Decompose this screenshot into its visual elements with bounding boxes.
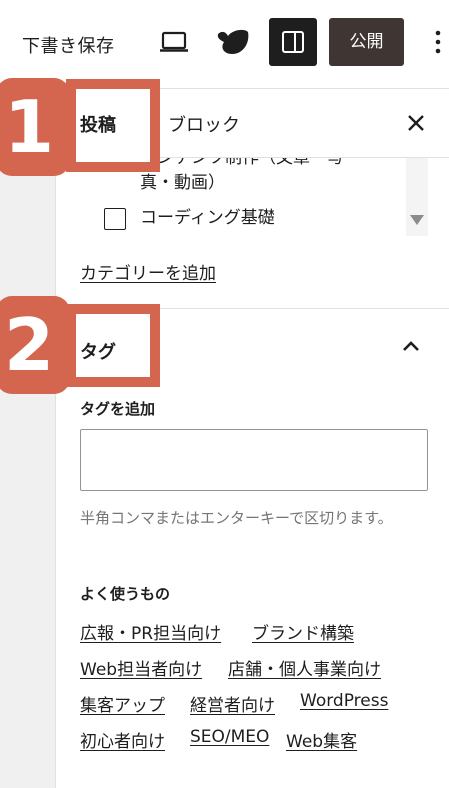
frequent-tag-link[interactable]: Web担当者向け [80,655,202,680]
site-logo-icon [217,29,249,54]
settings-sidebar: 投稿 ブロック コンテンツ制作（文章・写真・動画） コーディング基礎 カテゴリー… [56,89,449,788]
editor-top-toolbar: 下書き保存 公開 [0,0,449,89]
preview-button[interactable] [157,30,191,54]
collapse-tags-button[interactable] [401,338,421,352]
tags-title-highlighted[interactable]: タグ [80,338,116,364]
category-label: コンテンツ制作（文章・写真・動画） [140,158,344,193]
tag-input[interactable] [80,429,428,491]
frequent-tag-link[interactable]: WordPress [300,691,388,711]
tab-post-highlighted[interactable]: 投稿 [80,111,116,137]
category-list[interactable]: コンテンツ制作（文章・写真・動画） コーディング基礎 [56,158,449,308]
frequent-tag-link[interactable]: 集客アップ [80,691,165,716]
chevron-up-icon [403,341,419,351]
annotation-badge-2: 2 [0,296,70,394]
add-tag-label: タグを追加 [80,400,156,418]
frequent-tag-link[interactable]: 広報・PR担当向け [80,619,221,644]
laptop-icon [160,31,188,52]
frequent-tag-link[interactable]: SEO/MEO [190,727,269,747]
more-options-button[interactable] [432,28,444,58]
frequent-tag-link[interactable]: ブランド構築 [252,619,354,644]
add-category-link[interactable]: カテゴリーを追加 [80,259,216,284]
category-checkbox[interactable] [104,208,126,230]
annotation-badge-1: 1 [0,78,70,176]
scroll-down-arrow-icon[interactable] [409,214,425,226]
category-label: コーディング基礎 [140,208,275,228]
category-item[interactable]: コーディング基礎 [104,206,370,231]
settings-sidebar-toggle[interactable] [269,18,317,66]
sidebar-toggle-icon [282,31,304,53]
vertical-ellipsis-icon [435,30,441,54]
frequent-tag-link[interactable]: 経営者向け [190,691,275,716]
tab-block[interactable]: ブロック [168,111,240,137]
tag-help-text: 半角コンマまたはエンターキーで区切ります。 [80,509,393,527]
close-sidebar-button[interactable] [406,113,426,133]
save-draft-button[interactable]: 下書き保存 [22,32,115,58]
frequent-tags-title: よく使うもの [80,585,171,603]
frequent-tag-link[interactable]: 店舗・個人事業向け [228,655,381,680]
close-icon [408,115,424,131]
publish-button[interactable]: 公開 [329,18,404,66]
editor-canvas-edge [0,89,56,788]
frequent-tag-link[interactable]: Web集客 [286,727,357,752]
site-logo-button[interactable] [214,26,252,58]
frequent-tag-link[interactable]: 初心者向け [80,727,165,752]
